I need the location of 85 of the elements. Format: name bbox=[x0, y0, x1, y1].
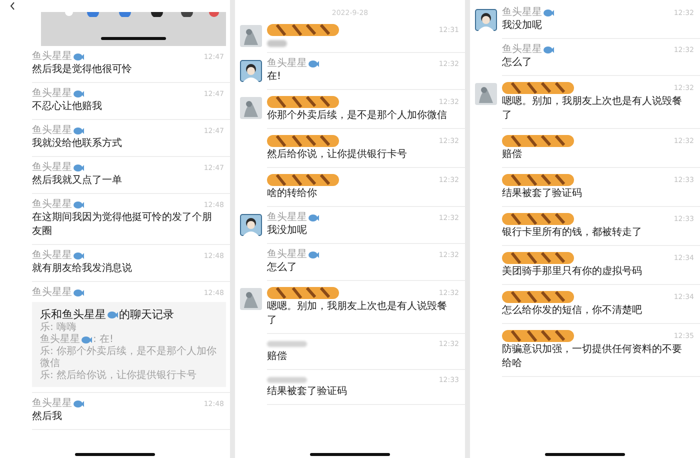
redaction-scribble bbox=[267, 286, 339, 300]
sender-name: 鱼头星星 bbox=[267, 212, 307, 224]
blurred-name bbox=[267, 341, 307, 348]
avatar bbox=[240, 214, 262, 236]
sender-name: 鱼头星星 bbox=[502, 7, 542, 19]
redaction-scribble bbox=[502, 173, 574, 187]
message-text: 就有朋友给我发消息说 bbox=[32, 262, 133, 276]
sender-name: 鱼头星星 bbox=[32, 398, 72, 410]
sender-name: 鱼头星星 bbox=[267, 58, 307, 70]
redaction-scribble bbox=[267, 173, 339, 187]
redaction-scribble bbox=[502, 329, 574, 343]
card-title: 的聊天记录 bbox=[119, 307, 174, 322]
redaction-scribble bbox=[502, 81, 574, 95]
card-line: 鱼头星星 bbox=[40, 334, 80, 346]
redaction-scribble bbox=[502, 212, 574, 226]
emoji-icon bbox=[308, 214, 319, 222]
message-text: 结果被套了验证码 bbox=[267, 385, 348, 399]
message-text: 怎么给你发的短信，你不清楚吧 bbox=[502, 304, 643, 318]
emoji-icon bbox=[73, 53, 84, 61]
message-text: 啥的转给你 bbox=[267, 187, 318, 201]
message-text: 我没加呢 bbox=[502, 19, 543, 33]
sender-name: 鱼头星星 bbox=[32, 88, 72, 100]
message-text: 你那个外卖后续，是不是那个人加你微信 bbox=[267, 109, 448, 123]
message-text: 美团骑手那里只有你的虚拟号码 bbox=[502, 265, 643, 279]
avatar bbox=[240, 25, 262, 47]
message-text: 我没加呢 bbox=[267, 224, 308, 238]
sender-name: 鱼头星星 bbox=[32, 199, 72, 211]
emoji-icon bbox=[308, 251, 319, 259]
emoji-icon bbox=[73, 127, 84, 135]
message-text: 怎么了 bbox=[267, 261, 298, 275]
sender-name: 鱼头星星 bbox=[32, 250, 72, 262]
home-indicator bbox=[101, 37, 166, 40]
emoji-icon bbox=[81, 336, 92, 344]
emoji-icon bbox=[107, 310, 118, 318]
emoji-icon bbox=[73, 400, 84, 408]
emoji-icon bbox=[73, 90, 84, 98]
message-text: 在这期间我因为觉得他挺可怜的发了个朋友圈 bbox=[32, 211, 213, 239]
emoji-icon bbox=[73, 201, 84, 209]
redaction-scribble bbox=[502, 290, 574, 304]
avatar bbox=[475, 83, 497, 105]
emoji-icon bbox=[73, 289, 84, 297]
message-text: 然后我就又点了一单 bbox=[32, 174, 123, 188]
redaction-scribble bbox=[267, 95, 339, 109]
message-text: 结果被套了验证码 bbox=[502, 187, 583, 201]
sender-name: 鱼头星星 bbox=[32, 51, 72, 63]
redaction-scribble bbox=[267, 23, 339, 37]
forwarded-chat-card[interactable]: 乐和鱼头星星 的聊天记录 乐: 嗨嗨 鱼头星星 : 在! 乐: 你那个外卖后续，是不是那个人加你微信 乐: 然后给你说，让你提供银行卡号 bbox=[32, 302, 226, 387]
emoji-icon bbox=[73, 252, 84, 260]
message-text: 不忍心让他赔我 bbox=[32, 100, 103, 114]
blurred-name bbox=[267, 376, 307, 383]
avatar bbox=[240, 97, 262, 119]
message-text: 嗯嗯。别加，我朋友上次也是有人说毁餐了 bbox=[502, 95, 683, 123]
sender-name: 鱼头星星 bbox=[32, 287, 72, 299]
message-text: 赔偿 bbox=[502, 148, 523, 162]
avatar bbox=[240, 60, 262, 82]
message-text: 怎么了 bbox=[502, 56, 533, 70]
card-line: 乐: 嗨嗨 bbox=[40, 322, 77, 334]
message-text: 银行卡里所有的钱，都被转走了 bbox=[502, 226, 643, 240]
redaction-scribble bbox=[267, 134, 339, 148]
sender-name: 鱼头星星 bbox=[32, 162, 72, 174]
emoji-icon bbox=[543, 9, 554, 17]
avatar bbox=[475, 9, 497, 31]
message-text: 我就没给他联系方式 bbox=[32, 137, 123, 151]
message-text: 在! bbox=[267, 70, 282, 84]
emoji-icon bbox=[73, 164, 84, 172]
message-text: 然后我 bbox=[32, 410, 63, 424]
message-text: 然后我是觉得他很可怜 bbox=[32, 63, 133, 77]
card-title: 乐和鱼头星星 bbox=[40, 307, 106, 322]
card-line: 乐: 你那个外卖后续，是不是那个人加你微信 bbox=[40, 346, 218, 370]
blurred-message bbox=[267, 40, 287, 47]
redaction-scribble bbox=[502, 134, 574, 148]
emoji-icon bbox=[543, 46, 554, 54]
emoji-icon bbox=[308, 60, 319, 68]
sender-name: 鱼头星星 bbox=[267, 249, 307, 261]
message-text: 防骗意识加强，一切提供任何资料的不要给哈 bbox=[502, 343, 683, 371]
avatar bbox=[240, 288, 262, 310]
sender-name: 鱼头星星 bbox=[32, 125, 72, 137]
sender-name: 鱼头星星 bbox=[502, 44, 542, 56]
message-text: 嗯嗯。别加，我朋友上次也是有人说毁餐了 bbox=[267, 300, 448, 328]
redaction-scribble bbox=[502, 251, 574, 265]
message-text: 然后给你说，让你提供银行卡号 bbox=[267, 148, 408, 162]
card-line: : 在! bbox=[93, 334, 114, 346]
message-text: 赔偿 bbox=[267, 350, 288, 364]
back-icon[interactable] bbox=[10, 2, 15, 10]
card-line: 乐: 然后给你说，让你提供银行卡号 bbox=[40, 370, 197, 382]
